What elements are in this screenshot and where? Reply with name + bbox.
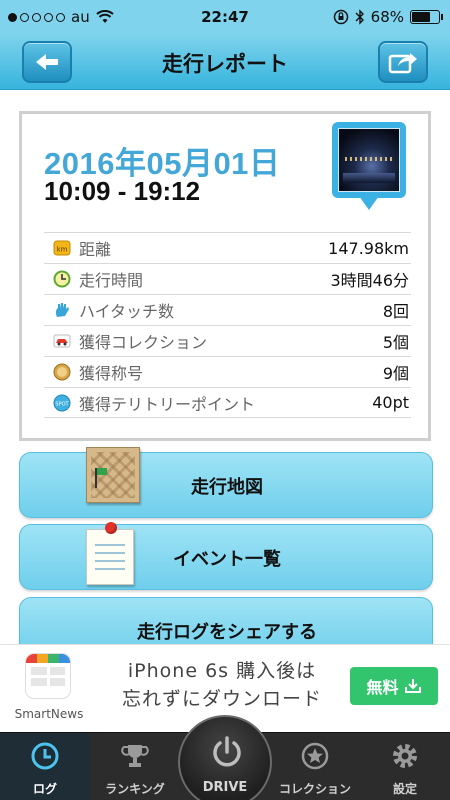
report-time-range: 10:09 - 19:12 <box>44 176 201 206</box>
star-icon <box>300 741 330 771</box>
svg-text:km: km <box>57 246 68 254</box>
night-photo-image <box>338 128 400 192</box>
stat-row-high-five: ハイタッチ数 8回 <box>44 294 411 325</box>
event-list-button[interactable]: イベント一覧 <box>19 522 433 590</box>
photo-pin-icon <box>359 196 379 210</box>
drive-button[interactable]: DRIVE <box>178 715 272 800</box>
spot-icon: SPOT <box>53 394 71 412</box>
drive-map-button[interactable]: 走行地図 <box>19 447 433 518</box>
battery-percent: 68% <box>370 8 404 26</box>
share-icon <box>388 53 417 74</box>
tab-settings[interactable]: 設定 <box>360 733 450 800</box>
share-button[interactable] <box>378 41 428 83</box>
stat-row-titles: 獲得称号 9個 <box>44 356 411 387</box>
drive-photo[interactable] <box>332 122 406 222</box>
tab-bar: ログ ランキング DRIVE コレクション 設定 <box>0 715 450 800</box>
stat-row-territory-points: SPOT 獲得テリトリーポイント 40pt <box>44 387 411 418</box>
status-bar: au 22:47 68% <box>0 0 450 34</box>
ad-brand-name: SmartNews <box>14 707 84 721</box>
km-icon: km <box>53 239 71 257</box>
car-collection-icon <box>53 332 71 350</box>
clock-icon <box>53 270 71 288</box>
svg-text:SPOT: SPOT <box>55 401 69 407</box>
orientation-lock-icon <box>333 9 348 25</box>
bluetooth-icon <box>355 9 364 25</box>
ad-copy: iPhone 6s 購入後は 忘れずにダウンロード <box>121 660 322 710</box>
tab-collection[interactable]: コレクション <box>270 733 360 800</box>
report-card: 2016年05月01日 10:09 - 19:12 km 距離 147.98km… <box>19 111 431 441</box>
stat-row-drive-time: 走行時間 3時間46分 <box>44 263 411 294</box>
nav-bar: 走行レポート <box>0 34 450 90</box>
high-five-icon <box>53 301 71 319</box>
gear-icon <box>390 741 420 771</box>
download-icon <box>404 679 421 693</box>
stats-list: km 距離 147.98km 走行時間 3時間46分 ハイタッチ数 8回 獲得コ… <box>44 232 411 418</box>
medal-icon <box>53 363 71 381</box>
smartnews-logo <box>25 653 71 699</box>
tab-ranking[interactable]: ランキング <box>90 733 180 800</box>
ad-download-button[interactable]: 無料 <box>350 667 438 705</box>
stat-row-collection: 獲得コレクション 5個 <box>44 325 411 356</box>
stat-row-distance: km 距離 147.98km <box>44 232 411 263</box>
tab-log[interactable]: ログ <box>0 733 90 800</box>
battery-icon <box>410 10 443 24</box>
clock-icon <box>30 741 60 771</box>
power-icon <box>213 736 241 767</box>
trophy-icon <box>120 741 150 771</box>
